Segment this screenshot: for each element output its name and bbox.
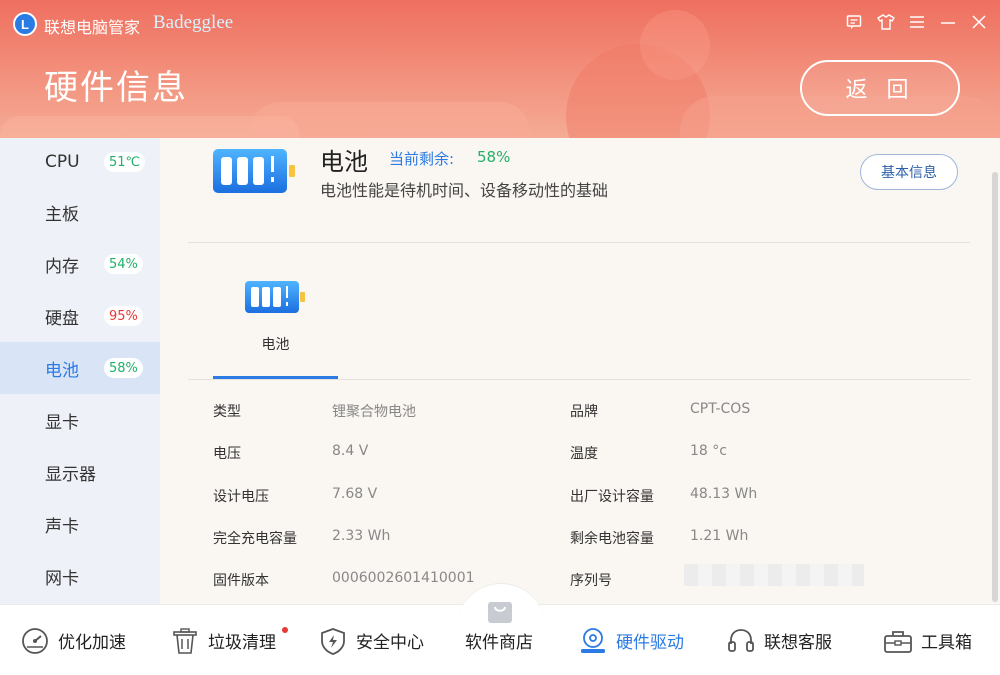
nav-label: 硬件驱动 (616, 633, 684, 653)
sidebar-item-label: 硬盘 (45, 308, 79, 329)
status-badge: 95% (104, 306, 143, 326)
feedback-icon[interactable] (844, 12, 864, 32)
spec-value-brand: CPT-COS (690, 401, 751, 417)
menu-icon[interactable] (907, 12, 927, 32)
notification-dot (282, 627, 288, 633)
spec-label-temperature: 温度 (570, 446, 598, 462)
scrollbar[interactable] (992, 172, 998, 602)
spec-value-voltage: 8.4 V (332, 443, 369, 459)
sidebar-item-label: 显卡 (45, 412, 79, 433)
tab-label: 电池 (261, 337, 290, 353)
spec-label-serial: 序列号 (570, 573, 612, 589)
sidebar-item-memory[interactable]: 内存 54% (0, 238, 160, 290)
sidebar-item-label: 声卡 (45, 516, 79, 537)
nav-cleanup[interactable]: 垃圾清理 (170, 605, 276, 675)
nav-label: 垃圾清理 (208, 633, 276, 653)
nav-label: 安全中心 (356, 633, 424, 653)
sidebar-item-label: 内存 (45, 256, 79, 277)
minimize-icon[interactable] (938, 12, 958, 32)
sidebar-item-gpu[interactable]: 显卡 (0, 394, 160, 446)
main-panel: 电池 当前剩余: 58% 电池性能是待机时间、设备移动性的基础 基本信息 电池 … (160, 138, 1000, 604)
sidebar-item-label: CPU (45, 152, 80, 172)
remaining-value: 58% (477, 148, 511, 166)
sidebar-item-label: 显示器 (45, 464, 96, 485)
speedometer-icon (22, 627, 48, 654)
spec-label-voltage: 电压 (213, 446, 241, 462)
sidebar-item-label: 电池 (45, 360, 79, 381)
remaining-label: 当前剩余: (389, 150, 455, 168)
spec-label-brand: 品牌 (570, 404, 598, 420)
sidebar-item-battery[interactable]: 电池 58% (0, 342, 160, 394)
serial-number-redacted (684, 564, 864, 586)
tab-battery[interactable]: 电池 (213, 278, 338, 380)
status-badge: 58% (104, 358, 143, 378)
battery-icon (245, 281, 305, 313)
sidebar-item-motherboard[interactable]: 主板 (0, 186, 160, 238)
sidebar-item-disk[interactable]: 硬盘 95% (0, 290, 160, 342)
device-description: 电池性能是待机时间、设备移动性的基础 (320, 181, 609, 200)
close-icon[interactable] (969, 12, 989, 32)
spec-label-full-charge-capacity: 完全充电容量 (213, 531, 297, 547)
nav-label: 联想客服 (764, 633, 832, 653)
nav-optimize[interactable]: 优化加速 (20, 605, 126, 675)
status-badge: 54% (104, 254, 143, 274)
sidebar-item-cpu[interactable]: CPU 51℃ (0, 138, 160, 186)
spec-value-type: 锂聚合物电池 (332, 404, 416, 420)
spec-label-design-capacity: 出厂设计容量 (570, 489, 654, 505)
status-badge: 51℃ (104, 152, 146, 172)
nav-label: 软件商店 (465, 633, 533, 653)
nav-customer-service[interactable]: 联想客服 (726, 605, 832, 675)
headset-icon (728, 628, 754, 652)
header-decor-cloud (0, 116, 300, 138)
spec-value-remaining-capacity: 1.21 Wh (690, 528, 749, 544)
spec-value-full-charge-capacity: 2.33 Wh (332, 528, 391, 544)
spec-value-design-voltage: 7.68 V (332, 486, 378, 502)
app-brand: Badegglee (153, 12, 234, 33)
page-title: 硬件信息 (44, 68, 188, 108)
spec-value-temperature: 18 °c (690, 443, 727, 459)
sidebar-item-sound-card[interactable]: 声卡 (0, 498, 160, 550)
bottom-nav: 优化加速 垃圾清理 安全中心 软件商店 硬件驱动 联想客服 工具箱 (0, 583, 1000, 675)
spec-value-design-capacity: 48.13 Wh (690, 486, 758, 502)
device-title: 电池 (320, 148, 368, 176)
nav-security[interactable]: 安全中心 (318, 605, 424, 675)
shield-icon (321, 627, 345, 655)
trash-icon (173, 627, 197, 654)
skin-icon[interactable] (876, 12, 896, 32)
basic-info-button[interactable]: 基本信息 (860, 154, 958, 190)
nav-label: 优化加速 (58, 633, 126, 653)
spec-label-type: 类型 (213, 404, 241, 420)
app-logo-icon: L (13, 12, 37, 36)
bag-icon (488, 602, 512, 623)
battery-icon (213, 149, 295, 193)
app-title: 联想电脑管家 (44, 18, 141, 37)
nav-label: 工具箱 (921, 633, 972, 653)
toolbox-icon (884, 630, 912, 653)
hardware-icon (581, 627, 605, 653)
sidebar-item-label: 主板 (45, 204, 79, 225)
spec-label-firmware: 固件版本 (213, 573, 269, 589)
sidebar-item-monitor[interactable]: 显示器 (0, 446, 160, 498)
sidebar: CPU 51℃ 主板 内存 54% 硬盘 95% 电池 58% 显卡 显示器 声… (0, 138, 160, 604)
header-decor-sun-small (640, 10, 710, 80)
spec-label-design-voltage: 设计电压 (213, 489, 269, 505)
back-button[interactable]: 返 回 (800, 60, 960, 116)
spec-value-firmware: 0006002601410001 (332, 570, 475, 586)
nav-hardware-driver[interactable]: 硬件驱动 (578, 605, 684, 675)
divider (188, 242, 970, 243)
nav-toolbox[interactable]: 工具箱 (883, 605, 972, 675)
spec-label-remaining-capacity: 剩余电池容量 (570, 531, 654, 547)
divider (188, 379, 970, 380)
sidebar-item-label: 网卡 (45, 568, 79, 589)
sidebar-item-network-card[interactable]: 网卡 (0, 550, 160, 602)
header: L 联想电脑管家 Badegglee 硬件信息 返 回 (0, 0, 1000, 138)
